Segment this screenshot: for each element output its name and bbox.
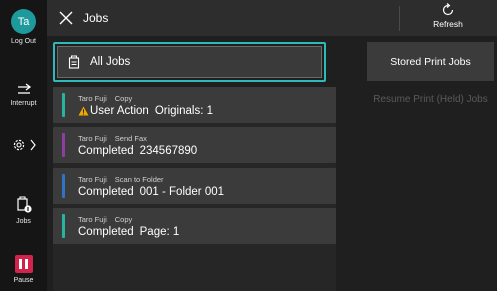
- job-user: Taro Fuji: [78, 175, 107, 184]
- job-meta: Taro Fuji Copy: [78, 94, 132, 103]
- job-type-color-bar: [62, 93, 65, 117]
- refresh-label: Refresh: [433, 19, 463, 29]
- jobs-button[interactable]: Jobs: [0, 196, 47, 225]
- job-detail: Originals: 1: [154, 105, 213, 117]
- resume-print-held-jobs-button[interactable]: Resume Print (Held) Jobs: [367, 93, 494, 107]
- job-queue-icon: [68, 55, 80, 69]
- all-jobs-focus-ring: All Jobs: [53, 42, 326, 82]
- job-type: Scan to Folder: [114, 175, 164, 184]
- header-divider: [399, 6, 400, 31]
- job-type: Copy: [114, 215, 133, 224]
- job-type: Send Fax: [114, 134, 147, 143]
- warning-icon: [78, 106, 89, 116]
- job-state: Completed: [78, 186, 134, 198]
- job-status: Completed Page: 1: [78, 226, 179, 238]
- job-detail: 001 - Folder 001: [139, 186, 225, 198]
- job-meta: Taro Fuji Copy: [78, 215, 132, 224]
- user-avatar: Ta: [11, 9, 36, 34]
- job-state: User Action: [90, 105, 149, 117]
- jobs-label: Jobs: [16, 218, 31, 225]
- job-row[interactable]: Taro Fuji Scan to Folder Completed 001 - …: [53, 168, 336, 204]
- header-bar: Jobs Refresh: [47, 0, 497, 36]
- jobs-icon: [16, 196, 32, 213]
- job-type: Copy: [114, 94, 133, 103]
- job-status: Completed 234567890: [78, 145, 197, 157]
- jobs-screen: Ta Log Out Interrupt Jobs Pause Jobs Ref…: [0, 0, 497, 291]
- job-state: Completed: [78, 226, 134, 238]
- job-detail: Page: 1: [139, 226, 180, 238]
- logout-label: Log Out: [11, 38, 36, 45]
- job-user: Taro Fuji: [78, 94, 107, 103]
- pause-icon: [14, 255, 33, 273]
- job-user: Taro Fuji: [78, 215, 107, 224]
- pause-label: Pause: [13, 277, 34, 284]
- job-type-color-bar: [62, 174, 65, 198]
- job-row[interactable]: Taro Fuji Send Fax Completed 234567890: [53, 127, 336, 163]
- gear-icon: [13, 139, 36, 151]
- left-rail: Ta Log Out Interrupt Jobs Pause: [0, 0, 47, 291]
- job-list: Taro Fuji Copy User Action Originals: 1 T…: [53, 87, 336, 291]
- job-state: Completed: [78, 145, 134, 157]
- pause-button[interactable]: Pause: [0, 255, 47, 284]
- all-jobs-label: All Jobs: [90, 56, 131, 68]
- job-meta: Taro Fuji Send Fax: [78, 134, 147, 143]
- stored-print-jobs-button[interactable]: Stored Print Jobs: [367, 42, 494, 81]
- job-status: User Action Originals: 1: [78, 105, 213, 117]
- all-jobs-button[interactable]: All Jobs: [57, 46, 322, 78]
- interrupt-label: Interrupt: [10, 100, 37, 107]
- job-row[interactable]: Taro Fuji Copy Completed Page: 1: [53, 208, 336, 244]
- job-user: Taro Fuji: [78, 134, 107, 143]
- interrupt-icon: [17, 83, 31, 94]
- job-row[interactable]: Taro Fuji Copy User Action Originals: 1: [53, 87, 336, 123]
- page-title: Jobs: [83, 11, 109, 25]
- logout-button[interactable]: Ta Log Out: [0, 9, 47, 45]
- job-type-color-bar: [62, 214, 65, 238]
- job-meta: Taro Fuji Scan to Folder: [78, 175, 164, 184]
- interrupt-button[interactable]: Interrupt: [0, 82, 47, 107]
- refresh-icon: [442, 3, 454, 16]
- close-icon[interactable]: [57, 9, 75, 27]
- right-panel: Stored Print Jobs Resume Print (Held) Jo…: [367, 42, 494, 107]
- job-type-color-bar: [62, 133, 65, 157]
- job-status: Completed 001 - Folder 001: [78, 186, 224, 198]
- job-detail: 234567890: [139, 145, 198, 157]
- refresh-button[interactable]: Refresh: [405, 3, 491, 33]
- settings-button[interactable]: [0, 137, 47, 153]
